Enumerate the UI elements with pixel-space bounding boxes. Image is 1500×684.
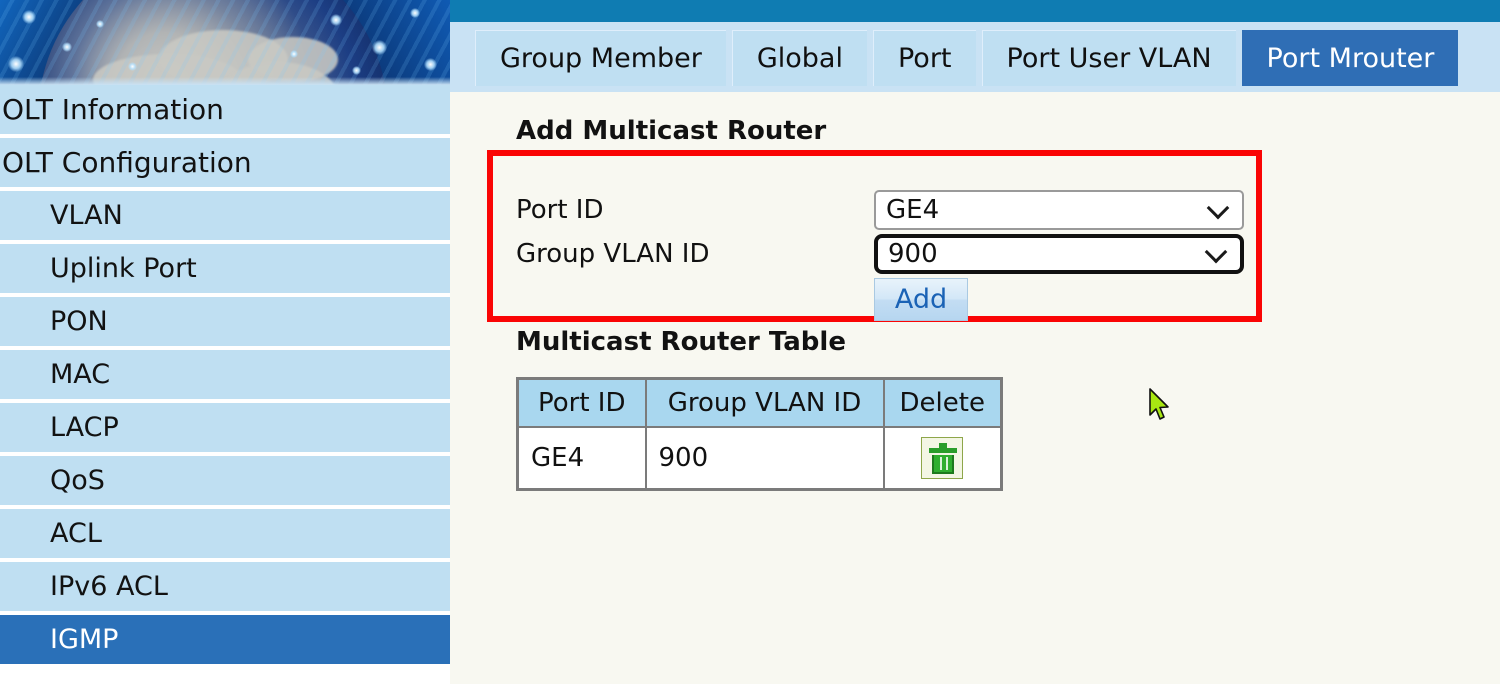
- column-header-group-vlan-id: Group VLAN ID: [644, 377, 885, 428]
- tab-label: Port User VLAN: [1006, 43, 1212, 74]
- sidebar-item-acl[interactable]: ACL: [0, 509, 450, 562]
- tab-port-mrouter[interactable]: Port Mrouter: [1241, 30, 1459, 86]
- table-row: GE4 900: [516, 426, 1003, 490]
- sidebar-item-qos[interactable]: QoS: [0, 456, 450, 509]
- port-id-value: GE4: [886, 195, 940, 225]
- banner-fade: [0, 77, 450, 85]
- chevron-down-icon: [1204, 240, 1228, 264]
- tab-bar: Group Member Global Port Port User VLAN Port…: [450, 22, 1500, 92]
- cell-group-vlan-id: 900: [644, 426, 885, 490]
- sidebar-item-label: IGMP: [50, 624, 119, 655]
- sidebar-nav: OLT Information OLT Configuration VLAN Upli…: [0, 85, 450, 668]
- sidebar-item-mac[interactable]: MAC: [0, 350, 450, 403]
- arrow-pointer-icon: [1148, 388, 1170, 422]
- table-head: Port ID Group VLAN ID Delete: [516, 377, 1003, 428]
- tab-port-user-vlan[interactable]: Port User VLAN: [981, 30, 1236, 86]
- sidebar-item-igmp[interactable]: IGMP: [0, 615, 450, 668]
- sidebar-item-label: ACL: [50, 518, 102, 549]
- tab-label: Global: [756, 43, 843, 74]
- tab-label: Port Mrouter: [1266, 43, 1435, 74]
- sidebar-item-lacp[interactable]: LACP: [0, 403, 450, 456]
- port-id-select[interactable]: GE4: [874, 190, 1244, 230]
- sidebar-item-label: MAC: [50, 359, 111, 390]
- column-header-port-id: Port ID: [516, 377, 647, 428]
- sidebar-item-olt-configuration[interactable]: OLT Configuration: [0, 138, 450, 191]
- tab-global[interactable]: Global: [731, 30, 867, 86]
- field-row-port-id: Port ID GE4: [516, 190, 1244, 230]
- group-vlan-id-label: Group VLAN ID: [516, 239, 710, 269]
- tab-label: Port: [897, 43, 952, 74]
- multicast-router-table: Port ID Group VLAN ID Delete GE4 900: [516, 377, 1003, 491]
- sidebar-item-pon[interactable]: PON: [0, 297, 450, 350]
- table-body: GE4 900: [516, 426, 1003, 490]
- sidebar-item-label: Uplink Port: [50, 253, 197, 284]
- chevron-down-icon: [1206, 196, 1230, 220]
- sidebar-item-label: LACP: [50, 412, 119, 443]
- tab-label: Group Member: [500, 43, 702, 74]
- sidebar-item-ipv6-acl[interactable]: IPv6 ACL: [0, 562, 450, 615]
- sidebar-item-label: QoS: [50, 465, 105, 496]
- group-vlan-id-value: 900: [888, 239, 938, 269]
- globe-banner-icon: [0, 0, 450, 85]
- column-header-delete: Delete: [882, 377, 1003, 428]
- table-header-row: Port ID Group VLAN ID Delete: [516, 377, 1003, 428]
- top-bar: [450, 0, 1500, 22]
- content-area: Add Multicast Router Port ID GE4 Group V…: [450, 92, 1500, 684]
- tab-port[interactable]: Port: [872, 30, 976, 86]
- add-button[interactable]: Add: [874, 278, 968, 321]
- sidebar-item-label: IPv6 ACL: [50, 571, 168, 602]
- cell-port-id: GE4: [516, 426, 647, 490]
- group-vlan-id-select[interactable]: 900: [874, 234, 1244, 274]
- field-row-group-vlan-id: Group VLAN ID 900: [516, 234, 1244, 274]
- cell-delete: [882, 426, 1003, 490]
- sidebar-item-label: PON: [50, 306, 108, 337]
- tab-group-member[interactable]: Group Member: [475, 30, 726, 86]
- app-window: OLT Information OLT Configuration VLAN Upli…: [0, 0, 1500, 684]
- port-id-label: Port ID: [516, 195, 604, 225]
- sidebar-item-label: VLAN: [50, 200, 123, 231]
- sidebar-item-olt-information[interactable]: OLT Information: [0, 85, 450, 138]
- trash-icon[interactable]: [921, 436, 964, 479]
- sidebar-item-vlan[interactable]: VLAN: [0, 191, 450, 244]
- sidebar-item-label: OLT Information: [2, 92, 224, 126]
- add-section-heading: Add Multicast Router: [516, 116, 827, 146]
- main-panel: Group Member Global Port Port User VLAN Port…: [450, 0, 1500, 684]
- table-section-heading: Multicast Router Table: [516, 327, 846, 357]
- sidebar-item-label: OLT Configuration: [2, 145, 252, 179]
- sidebar-item-uplink-port[interactable]: Uplink Port: [0, 244, 450, 297]
- sidebar: OLT Information OLT Configuration VLAN Upli…: [0, 0, 450, 684]
